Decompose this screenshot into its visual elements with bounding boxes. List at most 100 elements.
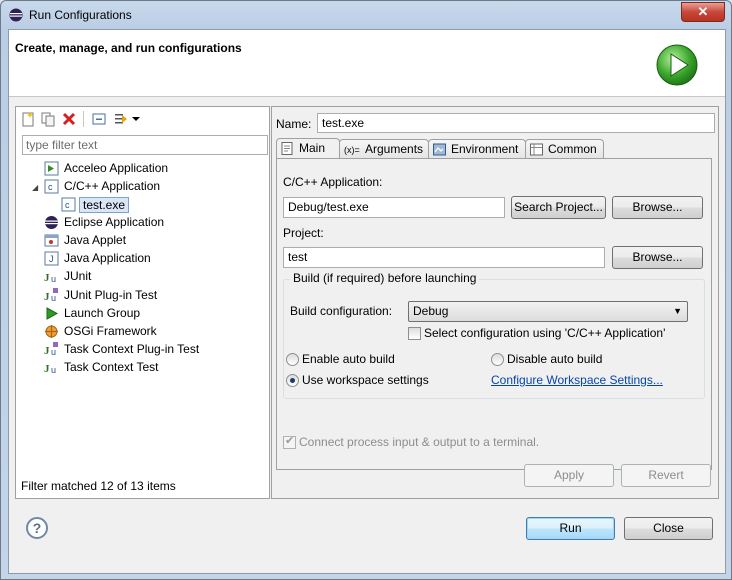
svg-text:J: J [44, 272, 50, 284]
tab-label: Arguments [365, 142, 424, 156]
browse-project-button[interactable]: Browse... [612, 246, 703, 269]
connect-terminal-checkbox[interactable]: ✔ [283, 435, 296, 449]
main-tab-icon [281, 142, 293, 155]
tree-item-label: Java Applet [64, 233, 127, 247]
task-plugin-icon: Ju [44, 342, 58, 357]
filter-status-text: Filter matched 12 of 13 items [21, 479, 176, 493]
expanded-triangle-icon[interactable]: ◢ [32, 179, 38, 196]
build-configuration-label: Build configuration: [290, 304, 393, 318]
run-button[interactable]: Run [526, 517, 615, 540]
junit-icon: Ju [44, 272, 56, 284]
tree-item-label: OSGi Framework [64, 324, 157, 338]
title-bar[interactable]: Run Configurations ✕ [1, 1, 731, 29]
svg-text:J: J [44, 345, 50, 357]
tree-item-label: Task Context Plug-in Test [64, 342, 200, 356]
svg-text:u: u [51, 293, 56, 303]
cpp-app-icon: c [44, 179, 59, 194]
svg-text:J: J [49, 254, 54, 264]
arguments-tab-icon: (x)= [344, 145, 360, 155]
run-configurations-window: Run Configurations ✕ Create, manage, and… [0, 0, 732, 580]
use-workspace-settings-label: Use workspace settings [302, 373, 429, 387]
task-test-icon: Ju [44, 363, 56, 375]
launch-group-icon [46, 307, 59, 320]
dialog-client-area: Create, manage, and run configurations t… [8, 29, 726, 574]
project-label: Project: [283, 226, 324, 240]
header-title: Create, manage, and run configurations [15, 41, 242, 55]
tree-item-label: Eclipse Application [64, 215, 165, 229]
run-logo-icon [656, 44, 698, 86]
build-group-title: Build (if required) before launching [290, 271, 480, 285]
svg-text:(x)=: (x)= [344, 145, 360, 155]
duplicate-icon[interactable] [40, 111, 56, 127]
tree-item-label: Acceleo Application [64, 161, 169, 175]
svg-text:u: u [51, 365, 56, 375]
tab-main[interactable]: Main [276, 138, 340, 159]
junit-plugin-icon: Ju [44, 288, 58, 303]
configuration-editor-panel: Name: test.exe Main (x)= Arguments Envir… [271, 106, 719, 499]
tab-label: Main [299, 141, 326, 155]
collapse-all-icon[interactable] [91, 111, 107, 127]
dialog-header: Create, manage, and run configurations [9, 30, 725, 97]
radio-selected-dot [290, 378, 295, 383]
common-tab-icon [530, 143, 543, 156]
configure-workspace-settings-link[interactable]: Configure Workspace Settings... [491, 373, 663, 387]
cpp-application-input[interactable]: Debug/test.exe [283, 197, 505, 218]
close-button[interactable]: Close [624, 517, 713, 540]
svg-text:c: c [65, 200, 70, 210]
tab-arguments[interactable]: (x)= Arguments [339, 139, 429, 159]
tree-toolbar [16, 107, 269, 131]
help-icon[interactable]: ? [26, 517, 48, 539]
eclipse-icon [9, 8, 23, 22]
main-tab-content: C/C++ Application: Debug/test.exe Search… [276, 158, 712, 470]
enable-auto-build-label: Enable auto build [302, 352, 395, 366]
name-input[interactable]: test.exe [317, 113, 715, 133]
configuration-tree-panel: Acceleo Application ◢ c C/C++ Applicatio… [15, 106, 270, 499]
tab-environment[interactable]: Environment [428, 139, 526, 159]
tree-item-label: C/C++ Application [64, 179, 161, 193]
svg-text:J: J [44, 291, 50, 303]
cpp-config-icon: c [61, 197, 76, 212]
tree-item-label: test.exe [79, 197, 130, 213]
chevron-down-icon: ▼ [673, 306, 682, 316]
revert-button[interactable]: Revert [621, 464, 711, 487]
checkmark-icon: ✔ [285, 435, 295, 447]
tab-label: Environment [451, 142, 519, 156]
name-label: Name: [276, 117, 312, 131]
svg-text:u: u [51, 347, 56, 357]
window-close-button[interactable]: ✕ [681, 2, 725, 22]
tree-item-label: Launch Group [64, 306, 141, 320]
tab-common[interactable]: Common [525, 139, 604, 159]
java-app-icon: J [44, 251, 59, 266]
filter-menu-chevron-down-icon[interactable] [131, 111, 141, 127]
build-group: Build (if required) before launching Bui… [283, 271, 705, 399]
tree-item-label: JUnit Plug-in Test [64, 288, 158, 302]
project-input[interactable]: test [283, 247, 605, 268]
svg-text:J: J [44, 363, 50, 375]
filter-input[interactable] [22, 135, 268, 155]
svg-text:u: u [51, 274, 56, 284]
new-configuration-icon[interactable] [20, 111, 36, 127]
apply-button[interactable]: Apply [524, 464, 614, 487]
disable-auto-build-radio[interactable] [491, 353, 504, 366]
tab-label: Common [548, 142, 597, 156]
search-project-button[interactable]: Search Project... [511, 196, 606, 219]
eclipse-icon [45, 216, 58, 229]
build-configuration-select[interactable]: Debug ▼ [408, 301, 688, 322]
tree-item-label: Task Context Test [64, 360, 159, 374]
disable-auto-build-label: Disable auto build [507, 352, 603, 366]
tree-item-label: Java Application [64, 251, 151, 265]
use-workspace-settings-radio[interactable] [286, 374, 299, 387]
toolbar-separator [83, 111, 84, 127]
enable-auto-build-radio[interactable] [286, 353, 299, 366]
filter-icon[interactable] [113, 111, 129, 127]
delete-icon[interactable] [61, 111, 77, 127]
select-configuration-label: Select configuration using 'C/C++ Applic… [424, 326, 666, 340]
window-title: Run Configurations [29, 8, 132, 22]
tree-item-label: JUnit [64, 269, 92, 283]
environment-tab-icon [433, 143, 446, 156]
cpp-application-label: C/C++ Application: [283, 175, 383, 189]
applet-icon [44, 234, 59, 247]
svg-text:c: c [48, 182, 53, 192]
select-configuration-checkbox[interactable] [408, 327, 421, 340]
browse-application-button[interactable]: Browse... [612, 196, 703, 219]
